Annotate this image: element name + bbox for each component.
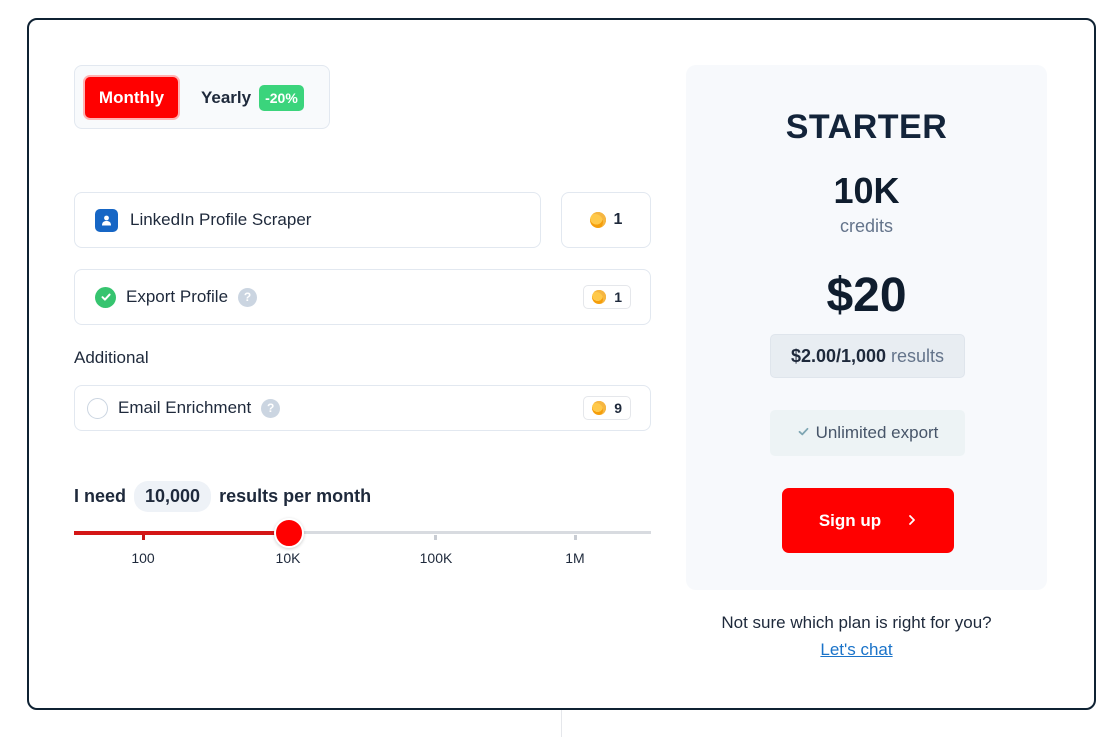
scraper-credit-value: 1 bbox=[613, 211, 623, 228]
billing-toggle: Monthly Yearly -20% bbox=[74, 65, 330, 129]
results-prefix: I need bbox=[74, 486, 127, 506]
email-label: Email Enrichment bbox=[118, 398, 252, 417]
person-icon bbox=[95, 208, 118, 232]
slider-tick bbox=[142, 535, 145, 540]
price-per-results: $2.00/1,000 results bbox=[770, 334, 965, 378]
slider-thumb[interactable] bbox=[274, 518, 304, 548]
export-credits: 1 bbox=[583, 285, 631, 309]
yearly-tab[interactable]: Yearly -20% bbox=[201, 75, 304, 120]
tick-label-100k: 100K bbox=[419, 550, 453, 566]
sign-up-button[interactable]: Sign up bbox=[782, 488, 954, 553]
help-question: Not sure which plan is right for you? bbox=[721, 613, 992, 632]
email-enrichment-radio[interactable] bbox=[87, 397, 108, 419]
sign-up-label: Sign up bbox=[818, 510, 882, 530]
results-suffix: results per month bbox=[219, 486, 372, 506]
slider-fill bbox=[74, 531, 289, 535]
export-profile-option[interactable]: Export Profile ? 1 bbox=[74, 269, 651, 325]
results-quantity[interactable]: 10,000 bbox=[134, 481, 212, 512]
tick-label-100: 100 bbox=[131, 550, 155, 566]
yearly-label: Yearly bbox=[201, 87, 252, 107]
scraper-label: LinkedIn Profile Scraper bbox=[130, 210, 312, 229]
scraper-credits: 1 bbox=[561, 192, 651, 248]
lets-chat-link[interactable]: Let's chat bbox=[686, 640, 1027, 660]
coin-icon bbox=[592, 401, 607, 415]
email-credits: 9 bbox=[583, 396, 631, 420]
check-circle-icon bbox=[95, 286, 116, 308]
email-credit-value: 9 bbox=[614, 400, 622, 416]
email-enrichment-option[interactable]: Email Enrichment ? 9 bbox=[74, 385, 651, 431]
slider-tick bbox=[574, 535, 577, 540]
divider bbox=[561, 710, 562, 737]
checkmark-icon bbox=[797, 423, 810, 443]
rate-unit: results bbox=[891, 345, 945, 366]
export-label: Export Profile bbox=[126, 287, 229, 306]
plan-credits-amount: 10K bbox=[833, 170, 900, 211]
results-slider[interactable] bbox=[74, 518, 651, 548]
help-icon[interactable]: ? bbox=[261, 398, 281, 418]
slider-tick bbox=[434, 535, 437, 540]
rate-value: $2.00/1,000 bbox=[790, 345, 887, 366]
export-credit-value: 1 bbox=[614, 289, 622, 305]
chevron-right-icon bbox=[907, 511, 917, 531]
tick-label-10k: 10K bbox=[275, 550, 301, 566]
plan-feature: Unlimited export bbox=[770, 410, 965, 456]
plan-price: $20 bbox=[826, 269, 907, 322]
additional-heading: Additional bbox=[74, 348, 149, 367]
plan-feature-label: Unlimited export bbox=[815, 423, 939, 442]
monthly-tab[interactable]: Monthly bbox=[83, 75, 180, 120]
coin-icon bbox=[592, 290, 607, 304]
plan-credits-word: credits bbox=[839, 216, 893, 236]
results-sentence: I need 10,000 results per month bbox=[74, 481, 371, 512]
coin-icon bbox=[589, 212, 606, 228]
tick-label-1m: 1M bbox=[565, 550, 585, 566]
discount-badge: -20% bbox=[259, 84, 304, 111]
help-icon[interactable]: ? bbox=[238, 287, 258, 307]
plan-name: STARTER bbox=[785, 108, 948, 146]
scraper-row: LinkedIn Profile Scraper bbox=[74, 192, 541, 248]
